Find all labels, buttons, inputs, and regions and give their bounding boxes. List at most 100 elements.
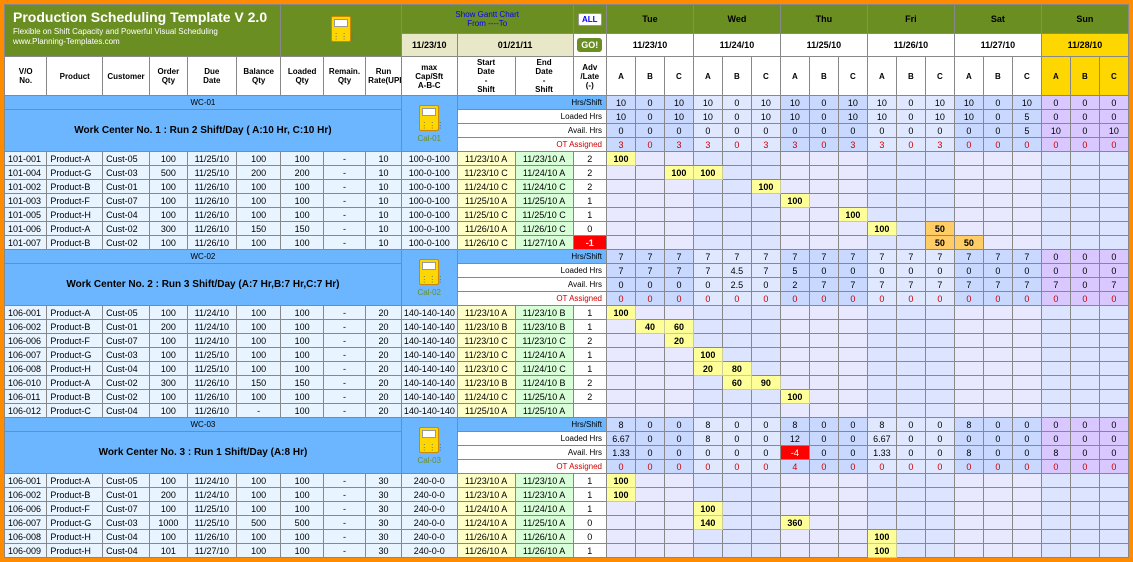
gantt-cell [1099,194,1128,208]
stat-value: 0 [896,292,925,306]
gantt-cell [983,390,1012,404]
stat-value: 7 [664,264,693,278]
shift-header: A [867,57,896,96]
gantt-bar: 100 [664,166,693,180]
max-cap: 140-140-140 [401,404,457,418]
workcenter-calc-button[interactable]: Cal-02 [401,250,457,306]
gantt-cell [1041,362,1070,376]
gantt-cell [635,390,664,404]
gantt-cell [1012,194,1041,208]
gantt-cell [664,502,693,516]
stat-value: 8 [954,446,983,460]
wo-no: 106-012 [5,404,47,418]
gantt-from-date[interactable]: 11/23/10 [401,34,457,57]
stat-value: 0 [606,124,635,138]
due-date: 11/26/10 [187,208,236,222]
wo-no: 106-011 [5,390,47,404]
gantt-cell [1041,544,1070,558]
adv-late: 0 [573,222,606,236]
gantt-cell [1070,166,1099,180]
gantt-bar: 100 [867,222,896,236]
gantt-cell [1099,222,1128,236]
loaded-qty: 100 [281,362,323,376]
gantt-cell [838,180,867,194]
gantt-cell [722,152,751,166]
gantt-cell [635,180,664,194]
gantt-cell [780,348,809,362]
gantt-to-date[interactable]: 01/21/11 [457,34,573,57]
gantt-cell [1012,530,1041,544]
stat-value: 0 [1070,432,1099,446]
gantt-cell [954,208,983,222]
gantt-cell [896,152,925,166]
gantt-cell [925,348,954,362]
stat-value: 8 [867,418,896,432]
gantt-cell [809,320,838,334]
product: Product-H [47,544,103,558]
gantt-bar: 100 [867,544,896,558]
loaded-qty: 200 [281,166,323,180]
stat-value: 10 [751,110,780,124]
workcenter-calc-button[interactable]: Cal-03 [401,418,457,474]
gantt-cell [780,544,809,558]
order-qty: 100 [149,152,187,166]
gantt-cell [867,390,896,404]
stat-value: 0 [1012,292,1041,306]
stat-value: 7 [606,250,635,264]
gantt-cell [809,502,838,516]
stat-value: 0 [635,138,664,152]
gantt-cell [693,152,722,166]
go-button[interactable]: GO! [573,34,606,57]
gantt-cell [751,334,780,348]
end-date: 11/24/10 A [515,166,573,180]
gantt-cell [1012,362,1041,376]
gantt-cell [809,236,838,250]
gantt-cell [983,208,1012,222]
gantt-cell [896,166,925,180]
stat-value: 0 [751,418,780,432]
workcenter-calc-button[interactable]: Cal-01 [401,96,457,152]
loaded-qty: 100 [281,530,323,544]
stat-value: 7 [780,250,809,264]
stat-value: 0 [1070,264,1099,278]
gantt-cell [1041,376,1070,390]
gantt-cell [1012,306,1041,320]
calculation-all-button[interactable]: Calculation-ALL [281,5,401,57]
gantt-cell [838,194,867,208]
gantt-cell [664,544,693,558]
gantt-cell [925,544,954,558]
gantt-cell [693,222,722,236]
gantt-bar: 100 [838,208,867,222]
column-header: OrderQty [149,57,187,96]
gantt-cell [751,306,780,320]
gantt-cell [1012,404,1041,418]
gantt-cell [838,236,867,250]
stat-value: 0 [896,264,925,278]
gantt-cell [983,502,1012,516]
gantt-cell [780,320,809,334]
shift-header: C [1099,57,1128,96]
gantt-cell [780,404,809,418]
gantt-cell [896,502,925,516]
start-date: 11/23/10 B [457,320,515,334]
gantt-cell [780,530,809,544]
wo-no: 106-002 [5,488,47,502]
product: Product-F [47,502,103,516]
stat-value: 0 [809,460,838,474]
stat-value: 0 [1041,110,1070,124]
stat-value: 6.67 [867,432,896,446]
max-cap: 240-0-0 [401,516,457,530]
wo-no: 106-008 [5,362,47,376]
stat-value: 7 [983,250,1012,264]
gantt-cell [925,516,954,530]
schedule-row: 101-004Product-GCust-0350011/25/10200200… [5,166,1129,180]
all-button[interactable]: ALL [573,5,606,34]
gantt-cell [838,502,867,516]
stat-label: OT Assigned [457,292,606,306]
adv-late [573,404,606,418]
gantt-cell [722,222,751,236]
gantt-cell [1099,544,1128,558]
gantt-cell [954,376,983,390]
column-header: Remain.Qty [323,57,365,96]
stat-label: Loaded Hrs [457,264,606,278]
